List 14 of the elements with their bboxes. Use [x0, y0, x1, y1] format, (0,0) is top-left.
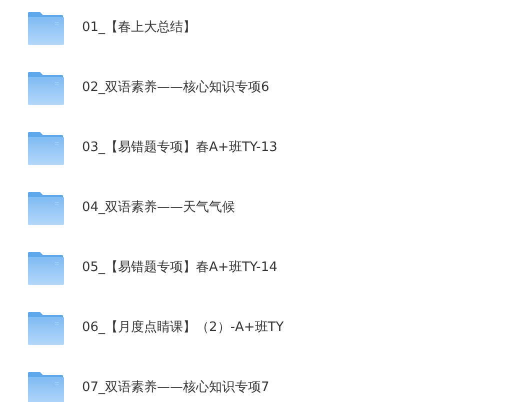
- folder-icon[interactable]: [28, 312, 64, 345]
- folder-icon[interactable]: [28, 252, 64, 285]
- folder-name[interactable]: 03_【易错题专项】春A+班TY-13: [82, 140, 278, 156]
- folder-name[interactable]: 04_双语素养——天气气候: [82, 200, 236, 216]
- folder-name[interactable]: 06_【月度点睛课】（2）-A+班TY: [82, 320, 284, 336]
- folder-icon[interactable]: [28, 72, 64, 105]
- folder-name[interactable]: 01_【春上大总结】: [82, 20, 196, 36]
- folder-name[interactable]: 05_【易错题专项】春A+班TY-14: [82, 260, 278, 276]
- folder-name[interactable]: 07_双语素养——核心知识专项7: [82, 380, 270, 396]
- folder-icon[interactable]: [28, 192, 64, 225]
- folder-name[interactable]: 02_双语素养——核心知识专项6: [82, 80, 270, 96]
- folder-icon[interactable]: [28, 12, 64, 45]
- folder-icon[interactable]: [28, 132, 64, 165]
- folder-icon[interactable]: [28, 372, 64, 402]
